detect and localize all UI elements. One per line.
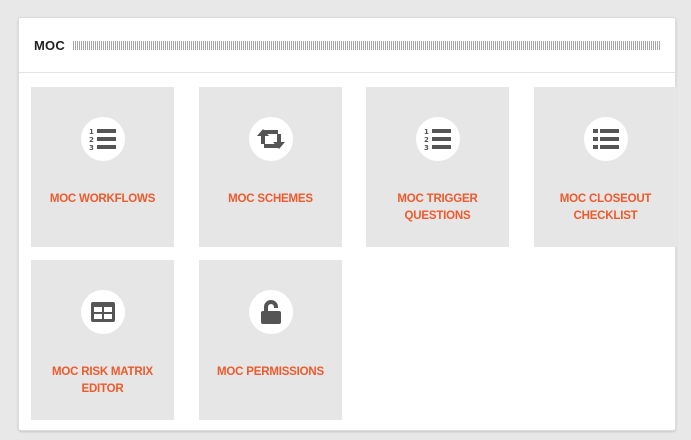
tile-label: MOC WORKFLOWS: [49, 193, 156, 205]
tile-grid: 1 2 3 MOC WORKFLOWS MOC SCHEMES 1 2 3 MO…: [31, 87, 677, 421]
svg-text:1: 1: [424, 128, 429, 136]
svg-text:2: 2: [424, 136, 429, 144]
svg-text:2: 2: [89, 136, 94, 144]
svg-text:1: 1: [89, 128, 94, 136]
numbered-list-icon: 1 2 3: [80, 117, 125, 161]
tile-label: MOC PERMISSIONS: [217, 366, 324, 378]
tile-moc-workflows[interactable]: 1 2 3 MOC WORKFLOWS: [31, 87, 174, 247]
tile-moc-closeout-checklist[interactable]: MOC CLOSEOUT CHECKLIST: [534, 87, 677, 247]
tile-label: MOC SCHEMES: [228, 193, 313, 205]
panel-header: MOC: [19, 18, 675, 73]
panel-title: MOC: [34, 37, 65, 53]
tile-moc-permissions[interactable]: MOC PERMISSIONS: [199, 260, 342, 420]
tile-label: MOC TRIGGER QUESTIONS: [397, 193, 478, 222]
header-divider: [72, 40, 661, 50]
tile-moc-trigger-questions[interactable]: 1 2 3 MOC TRIGGER QUESTIONS: [366, 87, 509, 247]
bulleted-list-icon: [583, 117, 628, 161]
svg-text:3: 3: [89, 144, 94, 151]
tile-label: MOC RISK MATRIX EDITOR: [52, 366, 153, 395]
moc-panel: MOC 1 2 3 MOC WORKFLOWS MOC SCHEMES 1 2 …: [18, 17, 677, 431]
tile-label: MOC CLOSEOUT CHECKLIST: [559, 193, 652, 222]
tile-moc-schemes[interactable]: MOC SCHEMES: [199, 87, 342, 247]
retweet-icon: [248, 117, 293, 161]
svg-text:3: 3: [424, 144, 429, 151]
tile-moc-risk-matrix-editor[interactable]: MOC RISK MATRIX EDITOR: [31, 260, 174, 420]
unlock-icon: [248, 290, 293, 334]
numbered-list-icon: 1 2 3: [415, 117, 460, 161]
table-icon: [80, 290, 125, 334]
